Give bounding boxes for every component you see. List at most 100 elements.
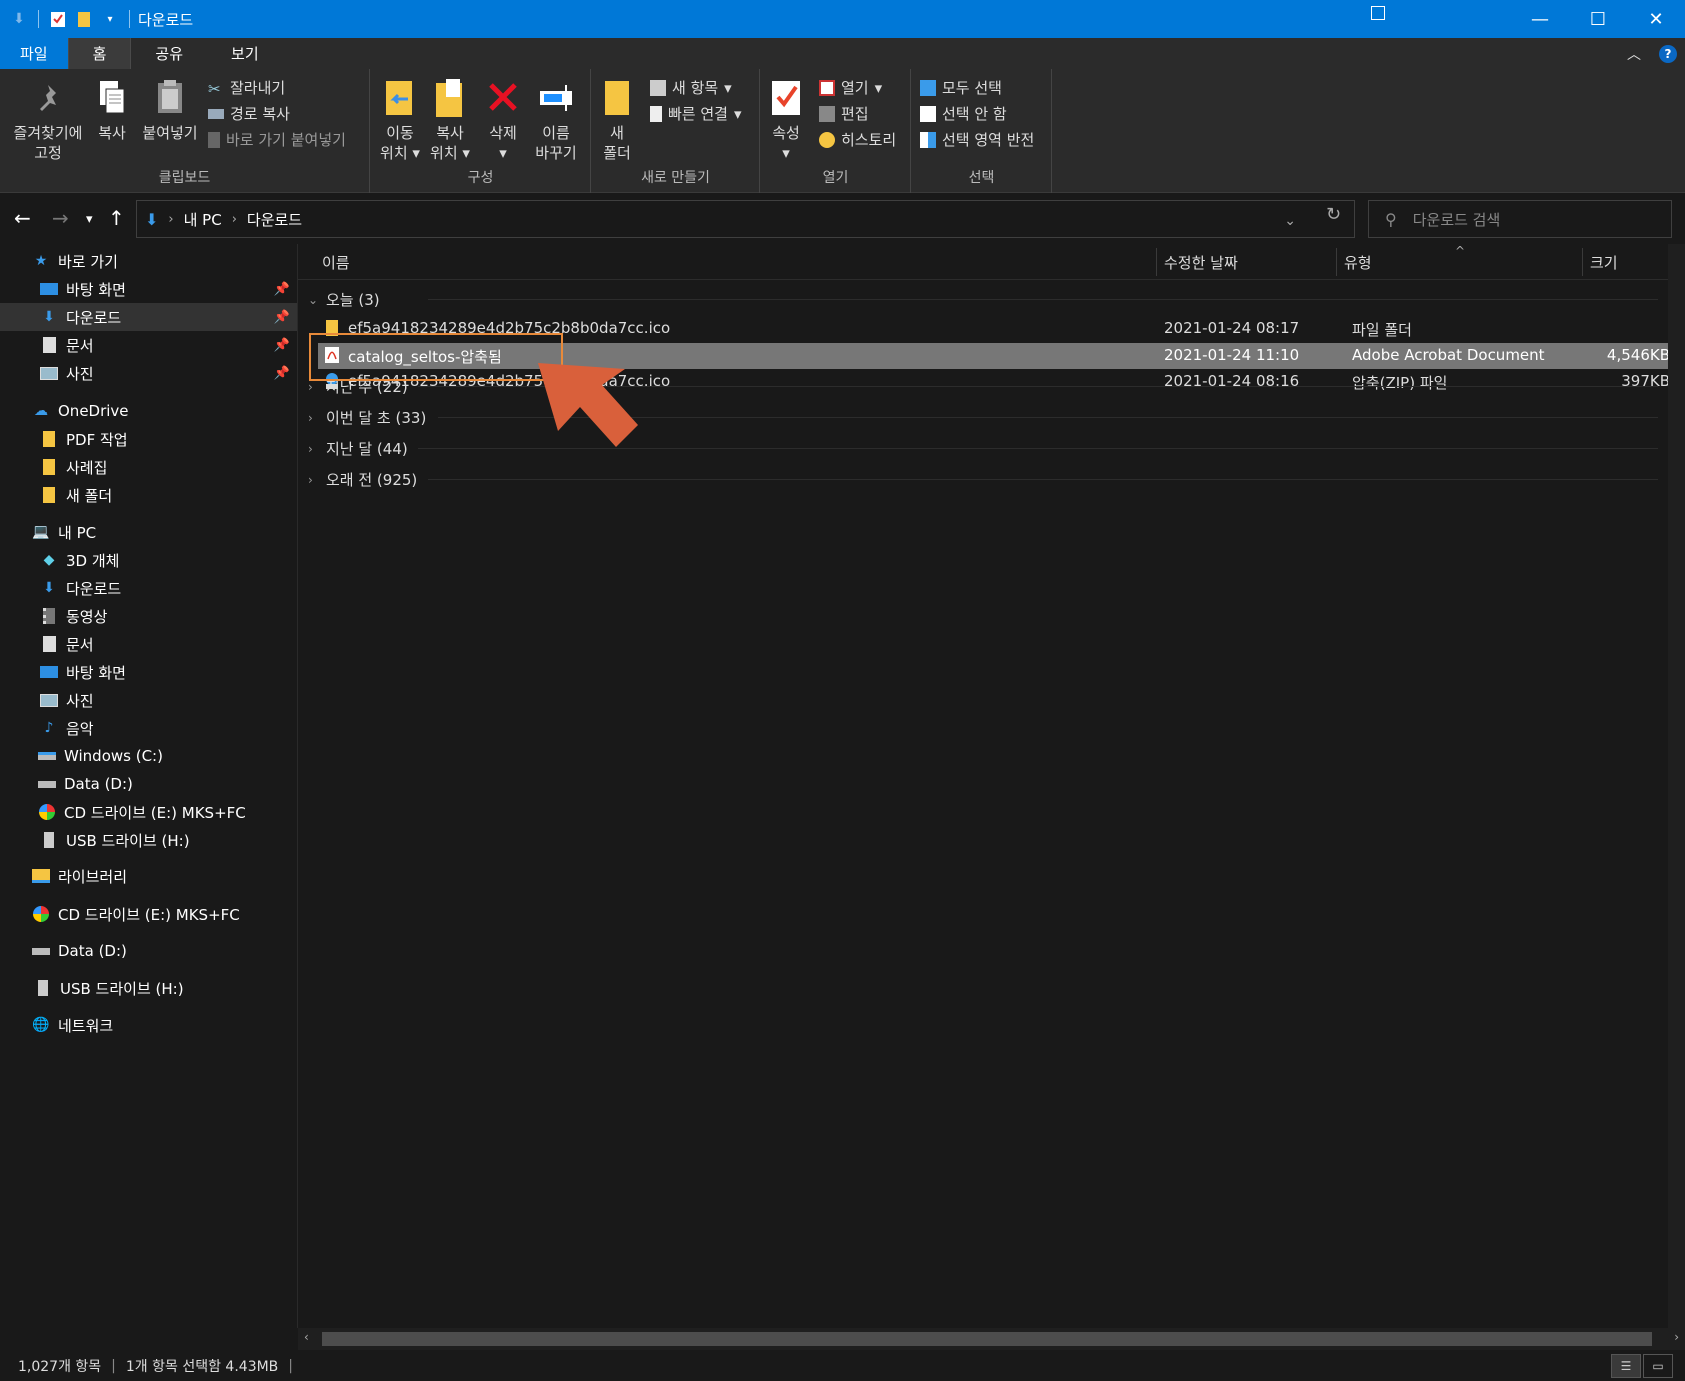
nav-this-pc[interactable]: 💻 내 PC bbox=[0, 518, 298, 546]
paste-button[interactable]: 붙여넣기 bbox=[138, 77, 202, 143]
history-button[interactable]: 히스토리 bbox=[819, 129, 896, 150]
nav-qa-downloads[interactable]: ⬇ 다운로드 📌 bbox=[0, 303, 298, 331]
close-button[interactable]: ✕ bbox=[1627, 0, 1685, 38]
pin-icon[interactable]: 📌 bbox=[274, 310, 290, 325]
minimize-button[interactable]: — bbox=[1511, 0, 1569, 38]
breadcrumb-chevron-icon[interactable]: › bbox=[232, 212, 237, 227]
copy-button[interactable]: 복사 bbox=[92, 77, 132, 143]
nav-usb-drive[interactable]: USB 드라이브 (H:) bbox=[0, 974, 298, 1002]
pin-icon[interactable]: 📌 bbox=[274, 282, 290, 297]
move-to-button[interactable]: 이동 위치 ▾ bbox=[377, 77, 423, 163]
scroll-left-icon[interactable]: ‹ bbox=[304, 1330, 309, 1344]
edit-button[interactable]: 편집 bbox=[819, 103, 869, 124]
group-header-last-month[interactable]: › 지난 달 (44) bbox=[308, 438, 408, 459]
column-headers: 이름 수정한 날짜 유형 ^ 크기 bbox=[298, 244, 1685, 280]
collapse-ribbon-icon[interactable]: ︿ bbox=[1627, 44, 1641, 64]
column-divider[interactable] bbox=[1156, 248, 1157, 276]
recent-locations-icon[interactable]: ▾ bbox=[86, 212, 93, 227]
maximize-button[interactable]: ☐ bbox=[1569, 0, 1627, 38]
nav-onedrive-newfolder[interactable]: 새 폴더 bbox=[0, 481, 298, 509]
invert-selection-button[interactable]: 선택 영역 반전 bbox=[920, 129, 1034, 150]
forward-arrow-icon[interactable]: → bbox=[52, 206, 69, 230]
paste-shortcut-button[interactable]: 바로 가기 붙여넣기 bbox=[208, 129, 346, 150]
address-bar[interactable]: ⬇ › 내 PC › 다운로드 ⌄ bbox=[136, 200, 1355, 238]
scroll-right-icon[interactable]: › bbox=[1674, 1330, 1679, 1344]
group-header-earlier-month[interactable]: › 이번 달 초 (33) bbox=[308, 407, 426, 428]
nav-onedrive[interactable]: ☁ OneDrive bbox=[0, 397, 298, 425]
qat-dropdown-icon[interactable]: ▾ bbox=[101, 10, 119, 28]
column-divider[interactable] bbox=[1582, 248, 1583, 276]
tab-file[interactable]: 파일 bbox=[0, 38, 68, 69]
path-icon bbox=[208, 108, 224, 119]
breadcrumb-downloads[interactable]: 다운로드 bbox=[247, 209, 302, 230]
nav-cd-drive[interactable]: CD 드라이브 (E:) MKS+FC bbox=[0, 900, 298, 928]
select-none-button[interactable]: 선택 안 함 bbox=[920, 103, 1007, 124]
nav-label: 다운로드 bbox=[66, 579, 122, 598]
nav-data-drive[interactable]: Data (D:) bbox=[0, 937, 298, 965]
nav-pc-data-d[interactable]: Data (D:) bbox=[0, 770, 298, 798]
column-type[interactable]: 유형 bbox=[1344, 252, 1372, 273]
column-name[interactable]: 이름 bbox=[322, 252, 350, 273]
nav-qa-documents[interactable]: 문서 📌 bbox=[0, 331, 298, 359]
vertical-scrollbar[interactable] bbox=[1668, 244, 1685, 1329]
pin-quick-access-button[interactable]: 즐겨찾기에 고정 bbox=[8, 77, 88, 163]
details-view-icon[interactable]: ☰ bbox=[1611, 1354, 1641, 1378]
pin-icon[interactable]: 📌 bbox=[274, 338, 290, 353]
tab-home[interactable]: 홈 bbox=[67, 38, 132, 69]
nav-qa-desktop[interactable]: 바탕 화면 📌 bbox=[0, 275, 298, 303]
delete-button[interactable]: 삭제 ▾ bbox=[483, 77, 523, 163]
cut-button[interactable]: ✂ 잘라내기 bbox=[208, 77, 285, 98]
nav-pc-windows-c[interactable]: Windows (C:) bbox=[0, 742, 298, 770]
horizontal-scroll-thumb[interactable] bbox=[322, 1332, 1652, 1346]
nav-onedrive-cases[interactable]: 사례집 bbox=[0, 453, 298, 481]
group-new: 새 폴더 새 항목 ▾ 빠른 연결 ▾ 새로 만들기 bbox=[592, 69, 760, 193]
properties-check-icon[interactable] bbox=[49, 10, 67, 28]
tab-view[interactable]: 보기 bbox=[207, 38, 283, 69]
nav-quick-access[interactable]: ★ 바로 가기 bbox=[0, 247, 298, 275]
nav-libraries[interactable]: 라이브러리 bbox=[0, 862, 298, 890]
nav-qa-pictures[interactable]: 사진 📌 bbox=[0, 359, 298, 387]
select-all-button[interactable]: 모두 선택 bbox=[920, 77, 1002, 98]
column-size[interactable]: 크기 bbox=[1590, 252, 1618, 273]
nav-pc-desktop[interactable]: 바탕 화면 bbox=[0, 658, 298, 686]
open-button[interactable]: 열기 ▾ bbox=[819, 77, 882, 98]
breadcrumb-chevron-icon[interactable]: › bbox=[168, 212, 173, 227]
search-box[interactable]: ⚲ 다운로드 검색 bbox=[1368, 200, 1672, 238]
nav-pc-usb-h[interactable]: USB 드라이브 (H:) bbox=[0, 826, 298, 854]
group-header-long-ago[interactable]: › 오래 전 (925) bbox=[308, 469, 417, 490]
group-header-today[interactable]: ⌄ 오늘 (3) bbox=[308, 289, 380, 310]
rename-button[interactable]: 이름 바꾸기 bbox=[531, 77, 581, 163]
nav-pc-documents[interactable]: 문서 bbox=[0, 630, 298, 658]
back-arrow-icon[interactable]: ← bbox=[14, 206, 31, 230]
address-dropdown-icon[interactable]: ⌄ bbox=[1284, 213, 1296, 229]
nav-pc-downloads[interactable]: ⬇ 다운로드 bbox=[0, 574, 298, 602]
refresh-icon[interactable]: ↻ bbox=[1326, 204, 1341, 225]
pin-icon[interactable]: 📌 bbox=[274, 366, 290, 381]
nav-pc-cd-e[interactable]: CD 드라이브 (E:) MKS+FC bbox=[0, 798, 298, 826]
new-folder-icon[interactable] bbox=[75, 10, 93, 28]
copy-to-button[interactable]: 복사 위치 ▾ bbox=[427, 77, 473, 163]
chevron-down-icon: ⌄ bbox=[308, 292, 319, 307]
desktop-icon bbox=[40, 280, 58, 298]
help-icon[interactable]: ? bbox=[1659, 44, 1677, 63]
tab-share[interactable]: 공유 bbox=[131, 38, 207, 69]
new-folder-button[interactable]: 새 폴더 bbox=[598, 77, 636, 163]
easy-access-button[interactable]: 빠른 연결 ▾ bbox=[650, 103, 742, 124]
nav-pc-music[interactable]: ♪ 음악 bbox=[0, 714, 298, 742]
nav-pc-videos[interactable]: 동영상 bbox=[0, 602, 298, 630]
copy-path-button[interactable]: 경로 복사 bbox=[208, 103, 290, 124]
nav-pc-3d[interactable]: ◆ 3D 개체 bbox=[0, 546, 298, 574]
snap-layout-icon[interactable] bbox=[1371, 6, 1385, 20]
horizontal-scrollbar[interactable]: ‹ › bbox=[298, 1328, 1685, 1350]
new-folder-label-2: 폴더 bbox=[603, 144, 631, 162]
large-icons-view-icon[interactable]: ▭ bbox=[1643, 1354, 1673, 1378]
column-divider[interactable] bbox=[1336, 248, 1337, 276]
breadcrumb-this-pc[interactable]: 내 PC bbox=[184, 209, 222, 230]
nav-network[interactable]: 🌐 네트워크 bbox=[0, 1011, 298, 1039]
properties-button[interactable]: 속성 ▾ bbox=[767, 77, 805, 163]
nav-onedrive-pdf[interactable]: PDF 작업 bbox=[0, 425, 298, 453]
nav-pc-pictures[interactable]: 사진 bbox=[0, 686, 298, 714]
column-modified[interactable]: 수정한 날짜 bbox=[1164, 252, 1238, 273]
new-item-button[interactable]: 새 항목 ▾ bbox=[650, 77, 732, 98]
up-arrow-icon[interactable]: ↑ bbox=[108, 206, 125, 230]
